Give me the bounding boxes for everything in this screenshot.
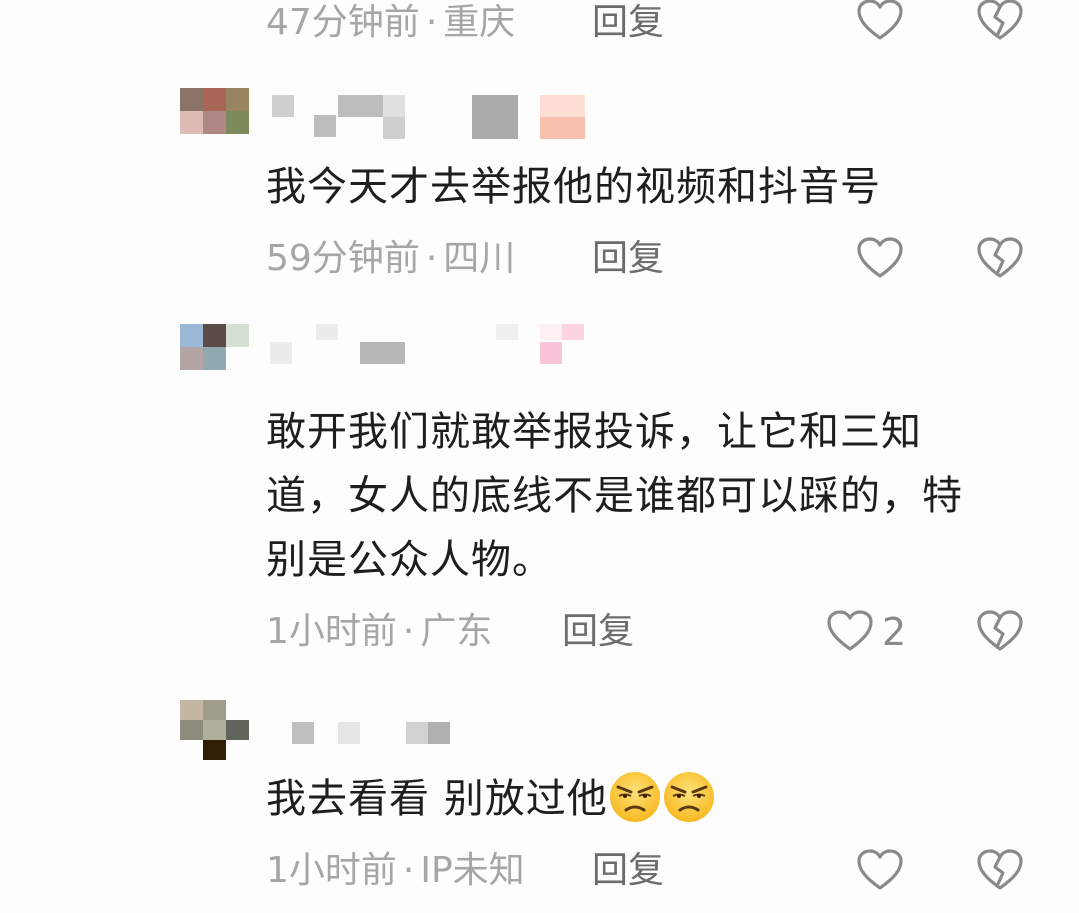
broken-heart-icon[interactable] — [976, 609, 1024, 653]
meta-separator: · — [425, 2, 438, 43]
comment-time: 1小时前 — [266, 611, 397, 652]
comment-meta: 1小时前 · IP未知 — [266, 846, 525, 896]
avatar[interactable] — [180, 700, 249, 762]
comment-text-content: 我去看看 别放过他 — [266, 776, 608, 822]
comment-meta: 1小时前 · 广东 — [266, 607, 492, 657]
avatar[interactable] — [180, 88, 249, 142]
meta-separator: · — [425, 238, 438, 279]
comment-text-line: 道，女人的底线不是谁都可以踩的，特 — [266, 473, 963, 519]
comment-location: 四川 — [443, 238, 516, 279]
avatar[interactable] — [180, 324, 249, 378]
heart-icon[interactable] — [856, 236, 904, 280]
username[interactable] — [268, 722, 468, 772]
reply-button[interactable]: 回复 — [592, 846, 664, 896]
unamused-face-emoji — [662, 770, 716, 824]
comment-time: 47分钟前 — [266, 2, 420, 43]
heart-icon[interactable] — [826, 609, 874, 653]
like-count: 2 — [882, 610, 907, 654]
reply-button[interactable]: 回复 — [562, 607, 634, 657]
reply-button[interactable]: 回复 — [592, 234, 664, 284]
comment-text: 敢开我们就敢举报投诉，让它和三知 道，女人的底线不是谁都可以踩的，特 别是公众人… — [266, 400, 1056, 592]
meta-separator: · — [402, 611, 415, 652]
heart-icon[interactable] — [856, 848, 904, 892]
comment-meta: 47分钟前 · 重庆 — [266, 0, 515, 48]
comment-location: 广东 — [420, 611, 493, 652]
comment-text-line: 别是公众人物。 — [266, 537, 553, 583]
username[interactable] — [268, 95, 598, 145]
heart-icon[interactable] — [856, 0, 904, 42]
comment-time: 1小时前 — [266, 850, 397, 891]
comment-location: IP未知 — [420, 850, 525, 891]
comment-location: 重庆 — [443, 2, 516, 43]
comment-time: 59分钟前 — [266, 238, 420, 279]
broken-heart-icon[interactable] — [976, 848, 1024, 892]
username[interactable] — [268, 324, 668, 374]
broken-heart-icon[interactable] — [976, 236, 1024, 280]
comment-text: 我去看看 别放过他 — [266, 767, 1056, 831]
comment-meta: 59分钟前 · 四川 — [266, 234, 515, 284]
broken-heart-icon[interactable] — [976, 0, 1024, 42]
meta-separator: · — [402, 850, 415, 891]
comment-text-line: 敢开我们就敢举报投诉，让它和三知 — [266, 409, 922, 455]
comment-text: 我今天才去举报他的视频和抖音号 — [266, 164, 881, 210]
unamused-face-emoji — [608, 770, 662, 824]
reply-button[interactable]: 回复 — [592, 0, 664, 48]
